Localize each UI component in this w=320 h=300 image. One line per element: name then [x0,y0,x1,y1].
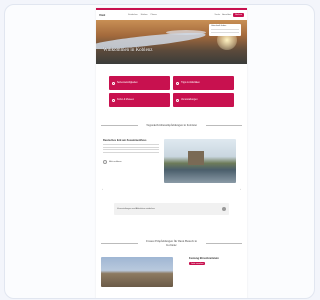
events-title-text: Unsere Empfehlungen für Ihren Besuch in … [146,239,197,247]
event-heading: Festung Ehrenbreitstein [189,257,219,260]
preview-card: Visit Entdecken Erleben Planen Suche Anm… [4,4,315,299]
divider [205,242,242,244]
hero-booking-panel[interactable]: Unterkunft finden [209,24,241,36]
calendar-icon [176,98,179,102]
castle-shape [188,151,204,165]
hero-panel-field[interactable] [211,29,239,30]
nav-item[interactable]: Entdecken [128,14,137,16]
museum-icon [112,98,115,102]
search-link[interactable]: Suche [215,14,221,16]
tip-text-block: Deutsches Eck am Zusammenfluss Mehr erfa… [103,139,159,183]
tips-title-text: Tagesaktivitätenempfehlungen in Koblenz [146,123,197,127]
event-search-bar[interactable]: Veranstaltungen und Aktivitäten entdecke… [114,203,229,215]
divider [101,242,138,244]
divider [205,124,242,126]
nav-item[interactable]: Planen [151,14,157,16]
main-nav: Entdecken Erleben Planen [128,14,157,16]
tip-card: Deutsches Eck am Zusammenfluss Mehr erfa… [96,127,247,183]
website-preview[interactable]: Visit Entdecken Erleben Planen Suche Anm… [96,8,247,298]
tile-events[interactable]: Veranstaltungen [173,93,234,107]
arrow-circle-icon [103,159,107,164]
hero-panel-title: Unterkunft finden [211,25,227,27]
tip-heading: Deutsches Eck am Zusammenfluss [103,139,147,142]
event-text-block: Festung Ehrenbreitstein Jetzt ansehen [189,257,242,287]
book-button[interactable]: Buchen [233,13,244,17]
tip-image[interactable] [164,139,236,183]
tile-tips[interactable]: Tipps & Aktivitäten [173,76,234,90]
events-section-title: Unsere Empfehlungen für Ihren Besuch in … [96,239,247,247]
hero-title: Willkommen in Koblenz [103,48,153,53]
tip-pager: ‹ › [96,187,247,191]
tip-more-link[interactable]: Mehr erfahren [103,159,159,164]
quick-link-tiles: Sehenswürdigkeiten Tipps & Aktivitäten K… [96,64,247,107]
site-header: Visit Entdecken Erleben Planen Suche Anm… [96,10,247,20]
event-link-button[interactable]: Jetzt ansehen [189,262,206,265]
nav-item[interactable]: Erleben [141,14,148,16]
tile-sights[interactable]: Sehenswürdigkeiten [109,76,170,90]
tip-more-label: Mehr erfahren [109,160,122,163]
divider [101,124,138,126]
prev-arrow-icon[interactable]: ‹ [102,187,103,191]
landmark-icon [112,81,115,85]
text-line [103,151,159,153]
event-card: Festung Ehrenbreitstein Jetzt ansehen [96,247,247,287]
text-line [103,146,159,148]
star-icon [176,81,179,85]
login-link[interactable]: Anmelden [222,14,231,16]
next-arrow-icon[interactable]: › [240,187,241,191]
tile-label: Veranstaltungen [181,99,198,101]
search-icon[interactable] [222,207,226,211]
hero-panel-field[interactable] [211,32,239,33]
tile-label: Kultur & Museen [117,99,134,101]
text-line [103,144,159,145]
hero-banner: Unterkunft finden Willkommen in Koblenz [96,20,247,64]
tile-label: Sehenswürdigkeiten [117,82,138,84]
tile-label: Tipps & Aktivitäten [181,82,200,84]
tile-culture[interactable]: Kultur & Museen [109,93,170,107]
event-image[interactable] [101,257,173,287]
search-bar-label: Veranstaltungen und Aktivitäten entdecke… [117,208,155,210]
site-logo[interactable]: Visit [99,13,105,17]
header-actions: Suche Anmelden Buchen [215,13,244,17]
text-line [103,149,159,150]
